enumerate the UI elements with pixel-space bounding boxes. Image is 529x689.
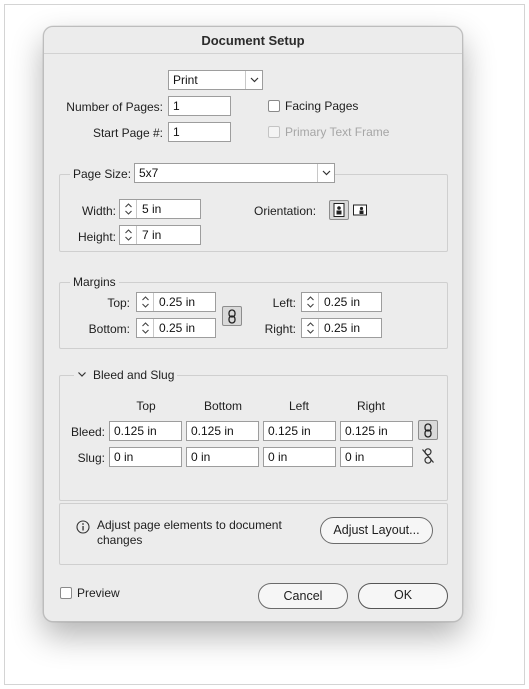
slug-left-input[interactable]: 0 in xyxy=(263,447,336,467)
facing-pages-checkbox[interactable] xyxy=(268,100,280,112)
intent-select[interactable]: Print xyxy=(168,70,263,90)
margin-bottom-stepper[interactable]: 0.25 in xyxy=(136,318,216,338)
stepper-arrows-icon[interactable] xyxy=(137,319,154,337)
height-stepper[interactable]: 7 in xyxy=(119,225,201,245)
primary-text-frame-label: Primary Text Frame xyxy=(285,125,390,139)
ok-button[interactable]: OK xyxy=(358,583,448,609)
bleed-label: Bleed: xyxy=(70,425,105,439)
margin-top-stepper[interactable]: 0.25 in xyxy=(136,292,216,312)
margin-left-stepper[interactable]: 0.25 in xyxy=(301,292,382,312)
number-of-pages-label: Number of Pages: xyxy=(66,100,163,114)
stepper-arrows-icon[interactable] xyxy=(302,293,319,311)
preview-checkbox[interactable] xyxy=(60,587,72,599)
orientation-label: Orientation: xyxy=(254,204,317,218)
column-bottom-label: Bottom xyxy=(203,399,242,413)
bleed-bottom-input[interactable]: 0.125 in xyxy=(186,421,259,441)
slug-label: Slug: xyxy=(77,451,105,465)
bleed-slug-title: Bleed and Slug xyxy=(93,368,175,382)
width-label: Width: xyxy=(81,204,116,218)
dialog-title: Document Setup xyxy=(201,33,305,48)
primary-text-frame-checkbox[interactable] xyxy=(268,126,280,138)
bleed-slug-header[interactable]: Bleed and Slug xyxy=(74,368,178,382)
bleed-left-input[interactable]: 0.125 in xyxy=(263,421,336,441)
margin-right-label: Right: xyxy=(264,322,296,336)
margins-group xyxy=(59,282,448,349)
margin-left-value: 0.25 in xyxy=(324,295,361,309)
column-top-label: Top xyxy=(136,399,156,413)
preview-label: Preview xyxy=(77,586,120,600)
chevron-down-icon xyxy=(245,71,262,89)
stepper-arrows-icon[interactable] xyxy=(120,200,137,218)
slug-top-input[interactable]: 0 in xyxy=(109,447,182,467)
adjust-info-text: Adjust page elements to document changes xyxy=(97,518,282,547)
chevron-down-icon[interactable] xyxy=(77,371,87,378)
cancel-button[interactable]: Cancel xyxy=(258,583,348,609)
landscape-orientation-icon[interactable] xyxy=(350,200,370,220)
margins-title: Margins xyxy=(70,275,119,289)
column-left-label: Left xyxy=(288,399,309,413)
width-stepper[interactable]: 5 in xyxy=(119,199,201,219)
margin-right-stepper[interactable]: 0.25 in xyxy=(301,318,382,338)
page-size-value: 5x7 xyxy=(139,166,159,180)
document-setup-dialog: Document Setup Intent: Print Number of P… xyxy=(43,26,463,622)
title-separator xyxy=(44,53,462,54)
margin-top-label: Top: xyxy=(107,296,130,310)
margin-top-value: 0.25 in xyxy=(159,295,196,309)
facing-pages-label: Facing Pages xyxy=(285,99,359,113)
height-value: 7 in xyxy=(142,228,162,242)
column-right-label: Right xyxy=(356,399,385,413)
margin-left-label: Left: xyxy=(272,296,296,310)
start-page-input[interactable]: 1 xyxy=(168,122,231,142)
stepper-arrows-icon[interactable] xyxy=(302,319,319,337)
stepper-arrows-icon[interactable] xyxy=(120,226,137,244)
slug-bottom-input[interactable]: 0 in xyxy=(186,447,259,467)
chain-link-icon[interactable] xyxy=(222,306,242,326)
chain-link-icon[interactable] xyxy=(418,420,438,440)
number-of-pages-input[interactable]: 1 xyxy=(168,96,231,116)
start-page-label: Start Page #: xyxy=(92,126,163,140)
margin-right-value: 0.25 in xyxy=(324,321,361,335)
page-size-label: Page Size: xyxy=(70,167,135,181)
page-size-select[interactable]: 5x7 xyxy=(134,163,335,183)
portrait-orientation-icon[interactable] xyxy=(329,200,349,220)
margin-bottom-label: Bottom: xyxy=(88,322,130,336)
bleed-right-input[interactable]: 0.125 in xyxy=(340,421,413,441)
chevron-down-icon xyxy=(317,164,334,182)
info-circle-icon xyxy=(76,520,90,534)
adjust-layout-button[interactable]: Adjust Layout... xyxy=(320,517,433,544)
intent-value: Print xyxy=(173,73,198,87)
bleed-top-input[interactable]: 0.125 in xyxy=(109,421,182,441)
stepper-arrows-icon[interactable] xyxy=(137,293,154,311)
slug-right-input[interactable]: 0 in xyxy=(340,447,413,467)
height-label: Height: xyxy=(77,230,116,244)
broken-chain-icon[interactable] xyxy=(418,446,438,466)
width-value: 5 in xyxy=(142,202,162,216)
margin-bottom-value: 0.25 in xyxy=(159,321,196,335)
